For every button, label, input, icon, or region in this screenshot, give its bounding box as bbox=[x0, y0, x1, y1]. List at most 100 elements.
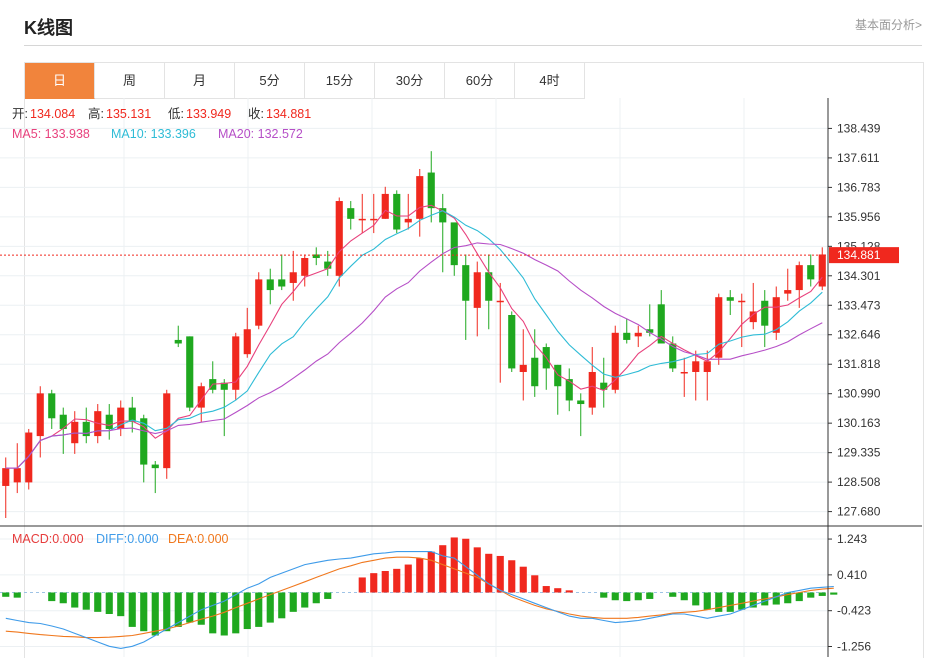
y-tick-label: 137.611 bbox=[837, 151, 880, 165]
candle bbox=[439, 193, 447, 273]
candle-body bbox=[703, 361, 711, 372]
macd-bar bbox=[232, 592, 240, 634]
candle bbox=[117, 400, 125, 437]
macd-bar bbox=[646, 592, 654, 599]
ma20-value: 132.572 bbox=[258, 127, 303, 141]
macd-bar bbox=[611, 592, 619, 601]
macd-bar bbox=[358, 577, 366, 593]
ma10-value: 133.396 bbox=[151, 127, 196, 141]
macd-bar bbox=[140, 592, 148, 632]
macd-bar bbox=[600, 592, 608, 598]
candle-body bbox=[680, 371, 688, 374]
candle bbox=[680, 357, 688, 397]
tab-30min[interactable]: 30分 bbox=[375, 63, 445, 99]
candle-body bbox=[36, 393, 44, 437]
tab-day[interactable]: 日 bbox=[25, 63, 95, 99]
diff-label-text: DIFF: bbox=[96, 532, 127, 546]
y-tick-label: 132.646 bbox=[837, 328, 881, 342]
candle-body bbox=[82, 421, 90, 437]
candle bbox=[358, 193, 366, 234]
candle-body bbox=[416, 176, 424, 219]
candle bbox=[393, 190, 401, 234]
candle-body bbox=[25, 432, 33, 483]
y-tick-label: 133.473 bbox=[837, 298, 881, 312]
y-tick-label: 134.301 bbox=[837, 269, 881, 283]
close-label: 收: bbox=[248, 107, 264, 121]
y-tick-label: 138.439 bbox=[837, 121, 881, 135]
candle bbox=[255, 272, 263, 330]
tab-4hour[interactable]: 4时 bbox=[515, 63, 585, 99]
open-label: 开: bbox=[12, 107, 28, 121]
candle bbox=[600, 357, 608, 408]
macd-bar bbox=[381, 571, 389, 593]
candle bbox=[404, 193, 412, 230]
fundamental-analysis-link[interactable]: 基本面分析> bbox=[855, 16, 922, 33]
candle bbox=[542, 343, 550, 390]
candle-body bbox=[726, 297, 734, 301]
candle bbox=[301, 254, 309, 287]
ma10-readout: MA10: 133.396 bbox=[111, 127, 196, 141]
candle-body bbox=[577, 400, 585, 405]
macd-tick-label: -1.256 bbox=[837, 640, 871, 654]
open-value: 134.084 bbox=[30, 107, 75, 121]
macd-bar bbox=[496, 555, 504, 593]
y-tick-label: 129.335 bbox=[837, 446, 881, 460]
ma5-label: MA5: bbox=[12, 127, 41, 141]
ma20-line bbox=[5, 242, 823, 469]
candle bbox=[646, 304, 654, 337]
dea-label: DEA:0.000 bbox=[168, 532, 229, 546]
macd-bar bbox=[117, 592, 125, 617]
candle-body bbox=[151, 464, 159, 469]
candle-body bbox=[462, 265, 470, 301]
candle bbox=[312, 247, 320, 266]
candle-body bbox=[393, 193, 401, 230]
candle bbox=[243, 307, 251, 358]
tab-week[interactable]: 周 bbox=[95, 63, 165, 99]
candle-body bbox=[266, 279, 274, 291]
macd-bar bbox=[82, 592, 90, 610]
candle-body bbox=[278, 279, 286, 287]
macd-bar bbox=[13, 592, 21, 598]
tab-15min[interactable]: 15分 bbox=[305, 63, 375, 99]
candle bbox=[577, 393, 585, 437]
macd-bar bbox=[623, 592, 631, 602]
macd-label-text: MACD: bbox=[12, 532, 52, 546]
price-axis: 138.439137.611136.783135.956135.128134.3… bbox=[0, 98, 922, 657]
candle bbox=[462, 254, 470, 340]
macd-bar bbox=[473, 547, 481, 593]
candle-body bbox=[611, 332, 619, 390]
y-tick-label: 135.956 bbox=[837, 210, 881, 224]
macd-bar bbox=[151, 592, 159, 636]
candle bbox=[554, 364, 562, 415]
candle bbox=[772, 286, 780, 340]
tab-5min[interactable]: 5分 bbox=[235, 63, 305, 99]
chart-grid bbox=[0, 98, 828, 657]
macd-bar bbox=[266, 592, 274, 623]
candle bbox=[209, 361, 217, 394]
macd-tick-label: -0.423 bbox=[837, 604, 871, 618]
kline-chart[interactable]: 开: 134.084 高: 135.131 低: 133.949 收: 134.… bbox=[0, 98, 922, 657]
macd-bar bbox=[462, 538, 470, 593]
macd-bar bbox=[450, 537, 458, 593]
macd-bar bbox=[830, 592, 838, 595]
tab-month[interactable]: 月 bbox=[165, 63, 235, 99]
candle bbox=[105, 404, 113, 440]
macd-bar bbox=[278, 592, 286, 619]
macd-bar bbox=[71, 592, 79, 608]
candle bbox=[749, 282, 757, 330]
candle bbox=[289, 250, 297, 301]
y-tick-label: 131.818 bbox=[837, 357, 881, 371]
macd-bar bbox=[209, 592, 217, 634]
candle bbox=[588, 347, 596, 415]
macd-bar bbox=[370, 573, 378, 593]
macd-bar bbox=[439, 545, 447, 593]
candle-body bbox=[289, 272, 297, 283]
tab-60min[interactable]: 60分 bbox=[445, 63, 515, 99]
candle bbox=[473, 261, 481, 337]
macd-bar bbox=[634, 592, 642, 601]
candle-body bbox=[255, 279, 263, 326]
candle-body bbox=[634, 332, 642, 337]
candle bbox=[59, 407, 67, 454]
macd-bar bbox=[680, 592, 688, 601]
candle-body bbox=[450, 222, 458, 266]
